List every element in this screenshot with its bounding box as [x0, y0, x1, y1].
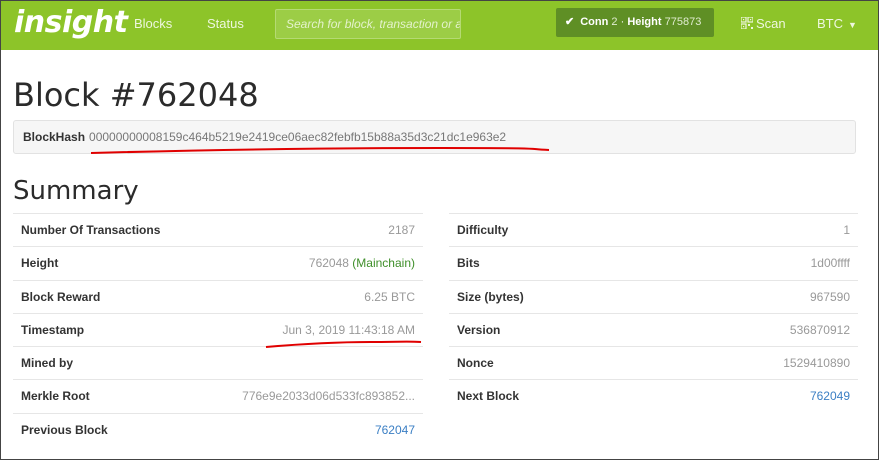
caret-down-icon: ▼ [848, 20, 857, 30]
summary-table-right: Difficulty 1 Bits 1d00ffff Size (bytes) … [449, 213, 858, 413]
row-value: 762048 (Mainchain) [309, 247, 415, 279]
table-row: Mined by [13, 346, 423, 379]
table-row: Merkle Root 776e9e2033d06d533fc893852... [13, 379, 423, 412]
row-value: 776e9e2033d06d533fc893852... [242, 389, 415, 404]
conn-label: Conn [580, 16, 609, 28]
row-value: Jun 3, 2019 11:43:18 AM [282, 322, 415, 337]
table-row: Size (bytes) 967590 [449, 279, 858, 313]
row-key: Bits [457, 256, 480, 271]
previous-block-link[interactable]: 762047 [375, 414, 415, 446]
row-key: Block Reward [21, 289, 101, 304]
table-row: Version 536870912 [449, 312, 858, 346]
table-row: Height 762048 (Mainchain) [13, 246, 423, 279]
conn-value: 2 [611, 16, 618, 28]
separator-dot: · [620, 16, 625, 28]
row-key: Merkle Root [21, 389, 90, 404]
table-row: Previous Block 762047 [13, 412, 423, 446]
block-hash-box: BlockHash 00000000008159c464b5219e2419ce0… [13, 120, 856, 154]
brand-logo[interactable]: insight [14, 1, 128, 50]
search-input[interactable]: Search for block, transaction or address [275, 9, 461, 39]
table-row: Difficulty 1 [449, 213, 858, 246]
table-row: Block Reward 6.25 BTC [13, 279, 423, 313]
row-key: Number Of Transactions [21, 223, 161, 237]
qrcode-icon [741, 17, 753, 29]
page-title: Block #762048 [13, 76, 259, 114]
row-value: 967590 [809, 289, 850, 304]
height-number: 762048 [308, 256, 349, 271]
currency-dropdown[interactable]: BTC ▼ [817, 1, 857, 50]
nav-blocks-link[interactable]: Blocks [134, 1, 172, 50]
height-value: 775873 [664, 16, 702, 28]
block-hash-label: BlockHash [23, 130, 86, 144]
row-key: Mined by [21, 356, 74, 371]
scan-button[interactable]: Scan [741, 1, 786, 50]
row-value: 6.25 BTC [364, 289, 415, 304]
row-value: 1d00ffff [810, 256, 850, 271]
height-label: Height [627, 16, 662, 28]
table-row: Nonce 1529410890 [449, 346, 858, 379]
table-row: Next Block 762049 [449, 379, 858, 412]
row-key: Size (bytes) [457, 289, 524, 304]
row-value: 2187 [388, 223, 415, 237]
nav-status-link[interactable]: Status [207, 1, 244, 50]
block-hash-value: 00000000008159c464b5219e2419ce06aec82feb… [89, 130, 507, 144]
mainchain-tag: (Mainchain) [352, 256, 415, 271]
table-row: Number Of Transactions 2187 [13, 213, 423, 246]
row-value: 536870912 [789, 322, 850, 337]
row-key: Difficulty [457, 223, 509, 237]
scan-label: Scan [756, 16, 786, 31]
connection-status-badge: ✔ Conn 2 · Height 775873 [556, 8, 714, 37]
row-value: 1529410890 [783, 356, 850, 371]
row-key: Height [21, 256, 59, 271]
currency-label: BTC [817, 16, 843, 31]
navbar: insight Blocks Status Search for block, … [1, 1, 878, 50]
row-key: Previous Block [21, 422, 108, 437]
row-value: 1 [843, 223, 850, 237]
table-row: Bits 1d00ffff [449, 246, 858, 279]
row-key: Next Block [457, 389, 520, 404]
summary-title: Summary [13, 176, 139, 206]
row-key: Nonce [457, 356, 494, 371]
check-icon: ✔ [565, 16, 575, 28]
row-key: Version [457, 322, 501, 337]
next-block-link[interactable]: 762049 [810, 380, 850, 412]
table-row: Timestamp Jun 3, 2019 11:43:18 AM [13, 312, 423, 346]
summary-table-left: Number Of Transactions 2187 Height 76204… [13, 213, 423, 446]
row-key: Timestamp [21, 322, 85, 337]
